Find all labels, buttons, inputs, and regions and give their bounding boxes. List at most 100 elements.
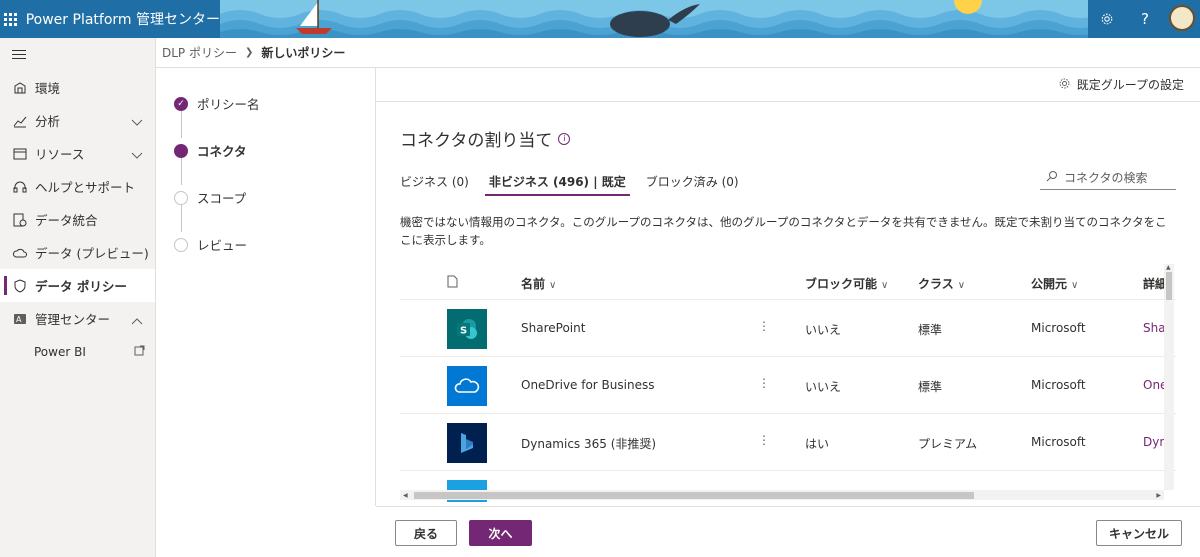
column-name-label: 名前 [521, 277, 546, 291]
tab-business[interactable]: ビジネス (0) [400, 169, 469, 196]
step-label: ポリシー名 [197, 97, 260, 112]
step-review[interactable]: レビュー [174, 235, 247, 254]
chevron-down-icon: ∨ [549, 280, 557, 291]
hamburger-icon[interactable] [0, 38, 155, 71]
chevron-up-icon[interactable] [131, 313, 143, 328]
horizontal-scrollbar[interactable]: ◀ ▶ [400, 490, 1164, 500]
scroll-left-icon[interactable]: ◀ [403, 492, 408, 499]
main-toolbar: 既定グループの設定 [376, 68, 1200, 102]
column-blockable-label: ブロック可能 [805, 277, 878, 291]
column-name[interactable]: 名前 ∨ [521, 275, 556, 292]
scroll-up-icon[interactable]: ▲ [1166, 264, 1171, 271]
nav-sub-item-powerbi[interactable]: Power BI [0, 335, 155, 368]
step-label: コネクタ [197, 144, 247, 159]
search-placeholder: コネクタの検索 [1064, 171, 1148, 185]
nav-sub-label: Power BI [34, 344, 86, 359]
section-title-text: コネクタの割り当て [400, 131, 553, 151]
column-publisher[interactable]: 公開元 ∨ [1031, 275, 1078, 292]
data-integration-icon [12, 212, 28, 228]
nav-item-admin-center[interactable]: A 管理センター [0, 302, 155, 335]
nav-item-resources[interactable]: リソース [0, 137, 155, 170]
scrollbar-thumb[interactable] [414, 492, 974, 499]
default-group-settings-button[interactable]: 既定グループの設定 [1077, 76, 1184, 93]
shield-icon [12, 278, 28, 294]
nav-item-help[interactable]: ヘルプとサポート [0, 170, 155, 203]
chevron-down-icon[interactable] [131, 148, 143, 163]
class-value: 標準 [918, 323, 943, 337]
breadcrumb: DLP ポリシー ❯ 新しいポリシー [156, 38, 1200, 68]
blockable-value: はい [805, 437, 830, 451]
blockable-value: いいえ [805, 323, 842, 337]
nav-label: 分析 [35, 114, 61, 129]
top-bar-right: ? [1088, 0, 1200, 38]
step-scope[interactable]: スコープ [174, 188, 246, 207]
class-value: 標準 [918, 380, 943, 394]
back-button[interactable]: 戻る [395, 520, 457, 546]
info-icon[interactable]: i [558, 132, 571, 145]
nav-label: データ統合 [35, 213, 98, 228]
table-row[interactable]: Dynamics 365 (非推奨) ⋮ はい プレミアム Microsoft … [400, 414, 1176, 471]
cancel-button[interactable]: キャンセル [1096, 520, 1182, 546]
next-button[interactable]: 次へ [469, 520, 532, 546]
nav-item-environment[interactable]: 環境 [0, 71, 155, 104]
nav-item-data-preview[interactable]: データ (プレビュー) [0, 236, 155, 269]
cloud-icon [12, 245, 28, 261]
file-type-icon [447, 275, 458, 291]
step-todo-dot [174, 190, 188, 205]
main-content: 既定グループの設定 コネクタの割り当て i ビジネス (0) 非ビジネス (49… [376, 68, 1200, 506]
nav-item-analytics[interactable]: 分析 [0, 104, 155, 137]
step-policy-name[interactable]: ✓ ポリシー名 [174, 94, 260, 113]
search-icon [1046, 170, 1058, 185]
nav-label: リソース [35, 147, 85, 162]
nav-item-data-integration[interactable]: データ統合 [0, 203, 155, 236]
publisher-value: Microsoft [1031, 435, 1086, 449]
column-blockable[interactable]: ブロック可能 ∨ [805, 275, 888, 292]
column-class[interactable]: クラス ∨ [918, 275, 965, 292]
resources-icon [12, 146, 28, 162]
scrollbar-thumb[interactable] [1166, 272, 1172, 300]
analytics-icon [12, 113, 28, 129]
headset-icon [12, 179, 28, 195]
nav-label: データ (プレビュー) [35, 246, 149, 261]
tab-blocked[interactable]: ブロック済み (0) [646, 169, 739, 196]
more-options-icon[interactable]: ⋮ [758, 319, 770, 333]
chevron-down-icon: ∨ [957, 280, 966, 291]
nav-label: ヘルプとサポート [35, 180, 136, 195]
group-description: 機密ではない情報用のコネクタ。このグループのコネクタは、他のグループのコネクタと… [400, 215, 1167, 247]
gear-icon [1058, 77, 1071, 93]
table-row[interactable]: S SharePoint ⋮ いいえ 標準 Microsoft Shar [400, 300, 1176, 357]
chevron-down-icon: ∨ [1071, 280, 1079, 291]
more-options-icon[interactable]: ⋮ [758, 433, 770, 447]
class-value: プレミアム [918, 437, 978, 451]
vertical-scrollbar[interactable]: ▲ [1164, 264, 1174, 490]
top-bar: Power Platform 管理センター ? [0, 0, 1200, 38]
app-title[interactable]: Power Platform 管理センター [26, 9, 220, 29]
publisher-value: Microsoft [1031, 321, 1086, 335]
scroll-right-icon[interactable]: ▶ [1156, 492, 1161, 499]
nav-label: 管理センター [35, 312, 111, 327]
step-label: レビュー [197, 238, 248, 253]
chevron-down-icon: ∨ [881, 280, 889, 291]
connector-search-input[interactable]: コネクタの検索 [1040, 166, 1176, 190]
chevron-down-icon[interactable] [131, 115, 143, 130]
tab-non-business[interactable]: 非ビジネス (496) | 既定 [484, 169, 630, 196]
app-launcher-icon[interactable] [0, 0, 22, 38]
svg-text:S: S [460, 326, 467, 337]
sharepoint-icon: S [447, 309, 487, 349]
question-icon[interactable]: ? [1126, 0, 1164, 38]
step-connectors[interactable]: コネクタ [174, 141, 247, 160]
more-options-icon[interactable]: ⋮ [758, 376, 770, 390]
connector-name[interactable]: OneDrive for Business [521, 378, 654, 392]
connector-name[interactable]: SharePoint [521, 321, 585, 335]
connector-name[interactable]: Dynamics 365 (非推奨) [521, 435, 656, 452]
environment-icon [12, 80, 28, 96]
gear-icon[interactable] [1088, 0, 1126, 38]
publisher-value: Microsoft [1031, 378, 1086, 392]
table-row[interactable]: OneDrive for Business ⋮ いいえ 標準 Microsoft… [400, 357, 1176, 414]
nav-item-data-policy[interactable]: データ ポリシー [0, 269, 155, 302]
admin-icon: A [12, 311, 28, 327]
banner-illustration [220, 0, 1089, 38]
nav-label: データ ポリシー [35, 279, 127, 294]
avatar-icon[interactable] [1164, 0, 1200, 36]
breadcrumb-parent[interactable]: DLP ポリシー [162, 44, 237, 61]
